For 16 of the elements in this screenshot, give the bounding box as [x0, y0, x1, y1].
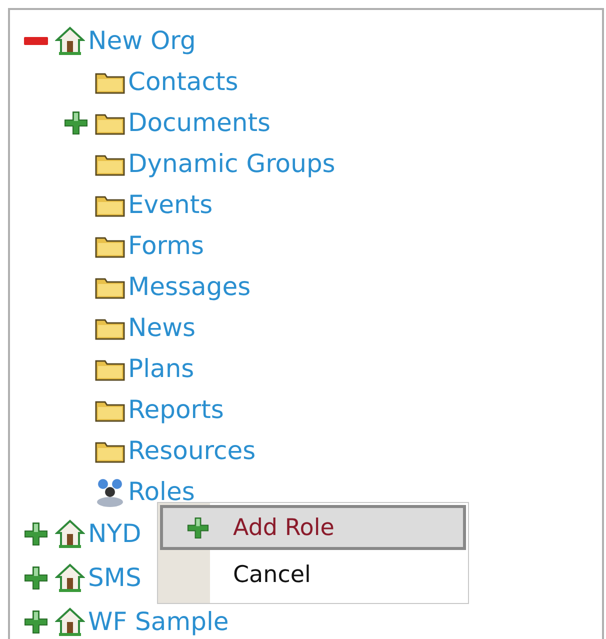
tree-item[interactable]: Plans	[128, 354, 194, 384]
tree-item[interactable]: News	[128, 312, 196, 342]
tree-item[interactable]: Resources	[128, 436, 256, 466]
tree-item[interactable]: Contacts	[128, 66, 238, 96]
tree-item[interactable]: SMS	[88, 563, 142, 593]
tree-item[interactable]: WF Sample	[88, 607, 229, 637]
tree-item[interactable]: Forms	[128, 230, 204, 260]
tree-item[interactable]: Documents	[128, 108, 271, 138]
tree-item[interactable]: NYD	[88, 519, 142, 549]
tree-item[interactable]: Events	[128, 190, 213, 220]
menu-item[interactable]: Cancel	[160, 552, 466, 597]
tree-item[interactable]: Messages	[128, 272, 251, 302]
tree-item[interactable]: New Org	[88, 26, 196, 56]
tree-item[interactable]: Reports	[128, 394, 224, 424]
menu-item[interactable]: Add Role	[160, 505, 466, 550]
tree-item[interactable]: Dynamic Groups	[128, 148, 336, 178]
